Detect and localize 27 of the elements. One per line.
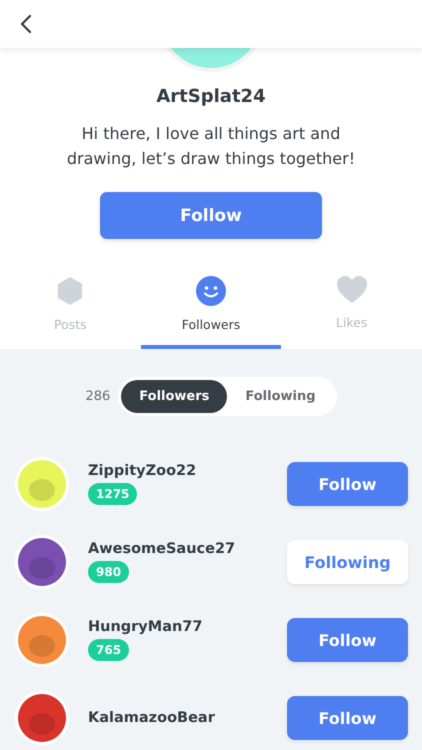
avatar [14, 690, 70, 746]
follower-count: 286 [85, 389, 110, 404]
follow-button[interactable]: Follow [287, 618, 408, 662]
score-badge: 1275 [88, 483, 138, 505]
tab[interactable]: Posts [0, 273, 141, 349]
username: HungryMan77 [88, 619, 202, 635]
hexagon-icon [56, 276, 84, 306]
heart-icon [336, 276, 367, 304]
segment-button[interactable]: Following [227, 380, 334, 413]
bio-text: Hi there, I love all things art and drawing, let’s draw things together! [66, 123, 356, 170]
username: KalamazooBear [88, 710, 215, 726]
back-icon[interactable] [20, 14, 32, 34]
username: AwesomeSauce27 [88, 541, 236, 557]
username: ArtSplat24 [155, 86, 267, 107]
avatar [14, 456, 70, 512]
score-badge: 980 [88, 561, 130, 583]
avatar [14, 612, 70, 668]
follow-button[interactable]: Follow [100, 192, 322, 239]
score-badge: 765 [88, 639, 130, 661]
username: ZippityZoo22 [88, 463, 196, 479]
segment-button[interactable]: Followers [121, 380, 228, 413]
follow-button[interactable]: Following [287, 540, 408, 584]
smiley-icon [196, 276, 226, 306]
follow-button[interactable]: Follow [287, 462, 408, 506]
tab[interactable]: Likes [281, 273, 422, 349]
avatar [14, 534, 70, 590]
follow-button[interactable]: Follow [287, 696, 408, 740]
